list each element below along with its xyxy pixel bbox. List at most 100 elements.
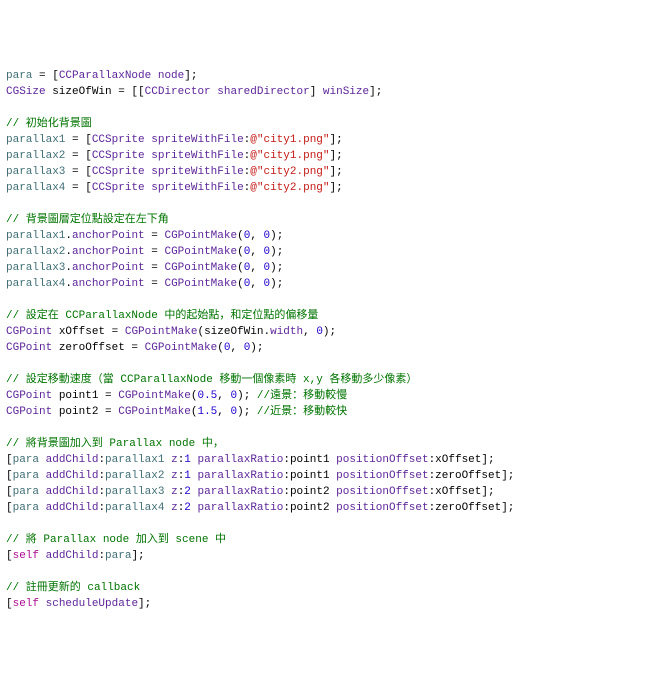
code-token: CCSprite	[92, 166, 145, 178]
code-token: parallaxRatio	[198, 486, 284, 498]
code-line[interactable]: // 背景圖層定位點設定在左下角	[6, 212, 658, 228]
code-token	[39, 486, 46, 498]
code-line[interactable]: // 設定移動速度（當 CCParallaxNode 移動一個像素時 x,y 各…	[6, 372, 658, 388]
code-token: // 初始化背景圖	[6, 118, 92, 130]
code-token: parallax1	[6, 230, 65, 242]
code-token: // 將背景圖加入到 Parallax node 中，	[6, 438, 224, 450]
code-line[interactable]: CGPoint zeroOffset = CGPointMake(0, 0);	[6, 340, 658, 356]
code-token: node	[158, 70, 184, 82]
code-token: ,	[250, 246, 263, 258]
code-line[interactable]	[6, 564, 658, 580]
code-token: @"city2.png"	[250, 166, 329, 178]
code-token: );	[270, 246, 283, 258]
code-line[interactable]: CGPoint point1 = CGPointMake(0.5, 0); //…	[6, 388, 658, 404]
code-line[interactable]: parallax1 = [CCSprite spriteWithFile:@"c…	[6, 132, 658, 148]
code-line[interactable]: CGPoint point2 = CGPointMake(1.5, 0); //…	[6, 404, 658, 420]
code-token: );	[270, 278, 283, 290]
code-line[interactable]: parallax4 = [CCSprite spriteWithFile:@"c…	[6, 180, 658, 196]
code-line[interactable]: [para addChild:parallax2 z:1 parallaxRat…	[6, 468, 658, 484]
code-line[interactable]: parallax3 = [CCSprite spriteWithFile:@"c…	[6, 164, 658, 180]
code-token: ,	[217, 390, 230, 402]
code-token: xOffset =	[52, 326, 125, 338]
code-token: [	[6, 470, 13, 482]
code-token: positionOffset	[336, 486, 428, 498]
code-token: (	[237, 246, 244, 258]
code-token: CCSprite	[92, 150, 145, 162]
code-line[interactable]: // 初始化背景圖	[6, 116, 658, 132]
code-line[interactable]: parallax2 = [CCSprite spriteWithFile:@"c…	[6, 148, 658, 164]
code-line[interactable]	[6, 292, 658, 308]
code-token: positionOffset	[336, 470, 428, 482]
code-line[interactable]: // 設定在 CCParallaxNode 中的起始點，和定位點的偏移量	[6, 308, 658, 324]
code-editor[interactable]: para = [CCParallaxNode node];CGSize size…	[6, 68, 658, 612]
code-line[interactable]	[6, 356, 658, 372]
code-token: );	[237, 406, 257, 418]
code-token: (sizeOfWin.	[197, 326, 270, 338]
code-token: 2	[184, 486, 191, 498]
code-token: ];	[131, 550, 144, 562]
code-token: (	[237, 278, 244, 290]
code-token: anchorPoint	[72, 262, 145, 274]
code-line[interactable]	[6, 516, 658, 532]
code-token: CCDirector	[145, 86, 211, 98]
code-token: point1 =	[52, 390, 118, 402]
code-token: CGPointMake	[145, 342, 218, 354]
code-token: 1.5	[197, 406, 217, 418]
code-line[interactable]: [para addChild:parallax4 z:2 parallaxRat…	[6, 500, 658, 516]
code-token: para	[13, 454, 39, 466]
code-line[interactable]: CGSize sizeOfWin = [[CCDirector sharedDi…	[6, 84, 658, 100]
code-token: z	[171, 502, 178, 514]
code-line[interactable]: parallax4.anchorPoint = CGPointMake(0, 0…	[6, 276, 658, 292]
code-token: parallaxRatio	[198, 502, 284, 514]
code-token: (	[237, 262, 244, 274]
code-token: :point1	[283, 454, 336, 466]
code-token: addChild	[46, 486, 99, 498]
code-token	[191, 470, 198, 482]
code-line[interactable]	[6, 420, 658, 436]
code-token: anchorPoint	[72, 246, 145, 258]
code-line[interactable]: // 將 Parallax node 加入到 scene 中	[6, 532, 658, 548]
code-token: width	[270, 326, 303, 338]
code-token: CGPointMake	[164, 262, 237, 274]
code-line[interactable]: [self scheduleUpdate];	[6, 596, 658, 612]
code-token: // 背景圖層定位點設定在左下角	[6, 214, 169, 226]
code-line[interactable]: [para addChild:parallax1 z:1 parallaxRat…	[6, 452, 658, 468]
code-line[interactable]: // 註冊更新的 callback	[6, 580, 658, 596]
code-token: para	[13, 486, 39, 498]
code-line[interactable]: [self addChild:para];	[6, 548, 658, 564]
code-token: ]	[310, 86, 323, 98]
code-line[interactable]: para = [CCParallaxNode node];	[6, 68, 658, 84]
code-line[interactable]: parallax3.anchorPoint = CGPointMake(0, 0…	[6, 260, 658, 276]
code-token: CCParallaxNode	[59, 70, 151, 82]
code-token: parallax3	[105, 486, 164, 498]
code-line[interactable]: parallax2.anchorPoint = CGPointMake(0, 0…	[6, 244, 658, 260]
code-token: addChild	[46, 550, 99, 562]
code-line[interactable]: // 將背景圖加入到 Parallax node 中，	[6, 436, 658, 452]
code-token: CCSprite	[92, 182, 145, 194]
code-token: parallax4	[6, 278, 65, 290]
code-line[interactable]: CGPoint xOffset = CGPointMake(sizeOfWin.…	[6, 324, 658, 340]
code-token	[191, 486, 198, 498]
code-token	[39, 502, 46, 514]
code-token: CGPointMake	[164, 246, 237, 258]
code-line[interactable]	[6, 196, 658, 212]
code-token: spriteWithFile	[151, 182, 243, 194]
code-line[interactable]	[6, 100, 658, 116]
code-token: ,	[230, 342, 243, 354]
code-token: 0.5	[197, 390, 217, 402]
code-token: sharedDirector	[217, 86, 309, 98]
code-token: parallax3	[6, 166, 65, 178]
code-token: ];	[184, 70, 197, 82]
code-token: CGPointMake	[164, 230, 237, 242]
code-token: para	[13, 502, 39, 514]
code-line[interactable]: [para addChild:parallax3 z:2 parallaxRat…	[6, 484, 658, 500]
code-token: @"city1.png"	[250, 134, 329, 146]
code-token: // 設定在 CCParallaxNode 中的起始點，和定位點的偏移量	[6, 310, 318, 322]
code-token: ,	[250, 278, 263, 290]
code-line[interactable]: parallax1.anchorPoint = CGPointMake(0, 0…	[6, 228, 658, 244]
code-token: CGPoint	[6, 390, 52, 402]
code-token: CGPointMake	[118, 406, 191, 418]
code-token: ,	[303, 326, 316, 338]
code-token: anchorPoint	[72, 230, 145, 242]
code-token: parallaxRatio	[198, 454, 284, 466]
